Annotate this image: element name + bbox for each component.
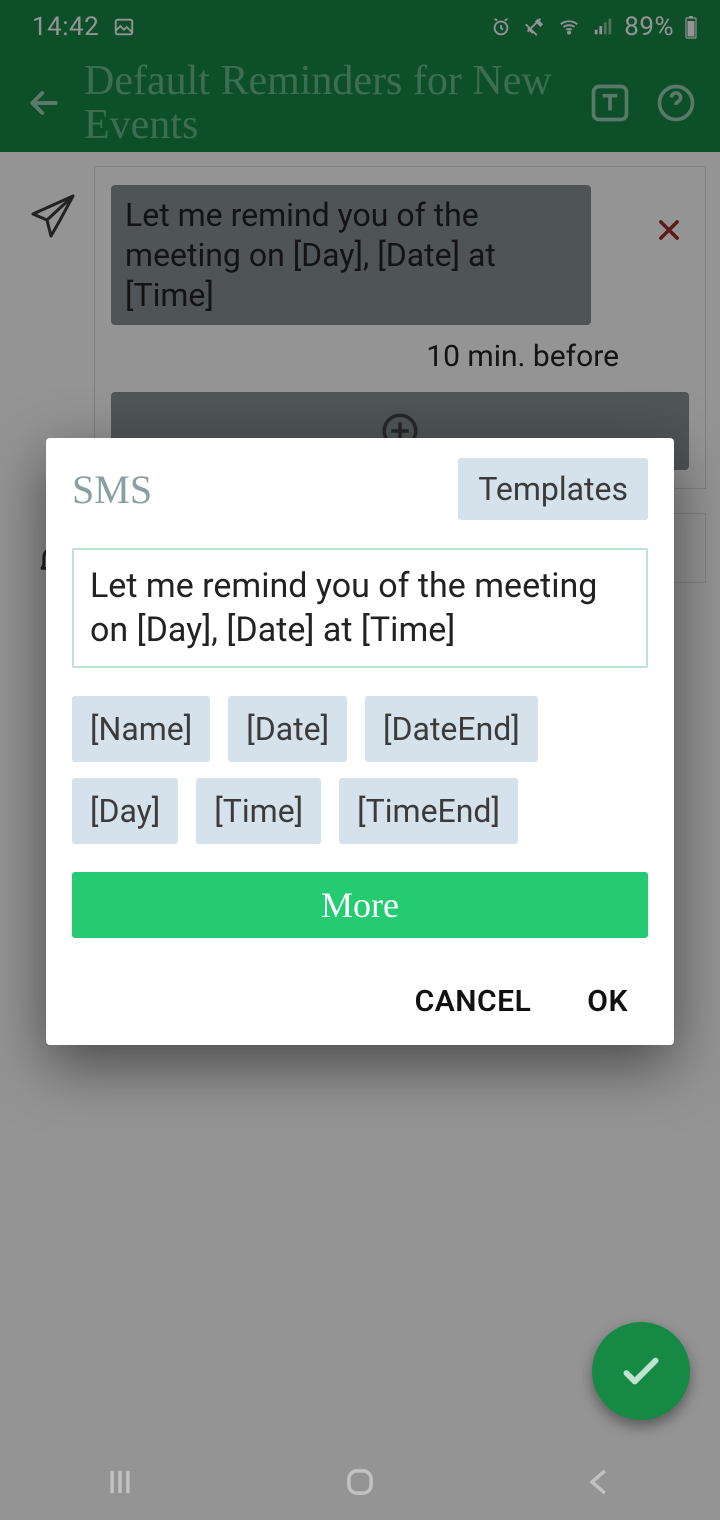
nav-back-button[interactable]: [581, 1463, 619, 1505]
home-button[interactable]: [341, 1463, 379, 1505]
confirm-fab[interactable]: [592, 1322, 690, 1420]
recents-button[interactable]: [101, 1463, 139, 1505]
cancel-button[interactable]: CANCEL: [415, 984, 532, 1019]
dialog-title: SMS: [72, 466, 152, 513]
chip-name[interactable]: [Name]: [72, 696, 210, 762]
chip-time-end[interactable]: [TimeEnd]: [339, 778, 518, 844]
sms-text-input[interactable]: Let me remind you of the meeting on [Day…: [72, 548, 648, 668]
chip-time[interactable]: [Time]: [196, 778, 321, 844]
placeholder-chip-row: [Name] [Date] [DateEnd] [Day] [Time] [Ti…: [72, 696, 648, 844]
more-button[interactable]: More: [72, 872, 648, 938]
templates-button[interactable]: Templates: [458, 458, 648, 520]
sms-edit-dialog: SMS Templates Let me remind you of the m…: [46, 438, 674, 1045]
chip-day[interactable]: [Day]: [72, 778, 178, 844]
chip-date[interactable]: [Date]: [228, 696, 347, 762]
ok-button[interactable]: OK: [587, 984, 628, 1019]
system-nav-bar: [0, 1448, 720, 1520]
chip-date-end[interactable]: [DateEnd]: [365, 696, 538, 762]
